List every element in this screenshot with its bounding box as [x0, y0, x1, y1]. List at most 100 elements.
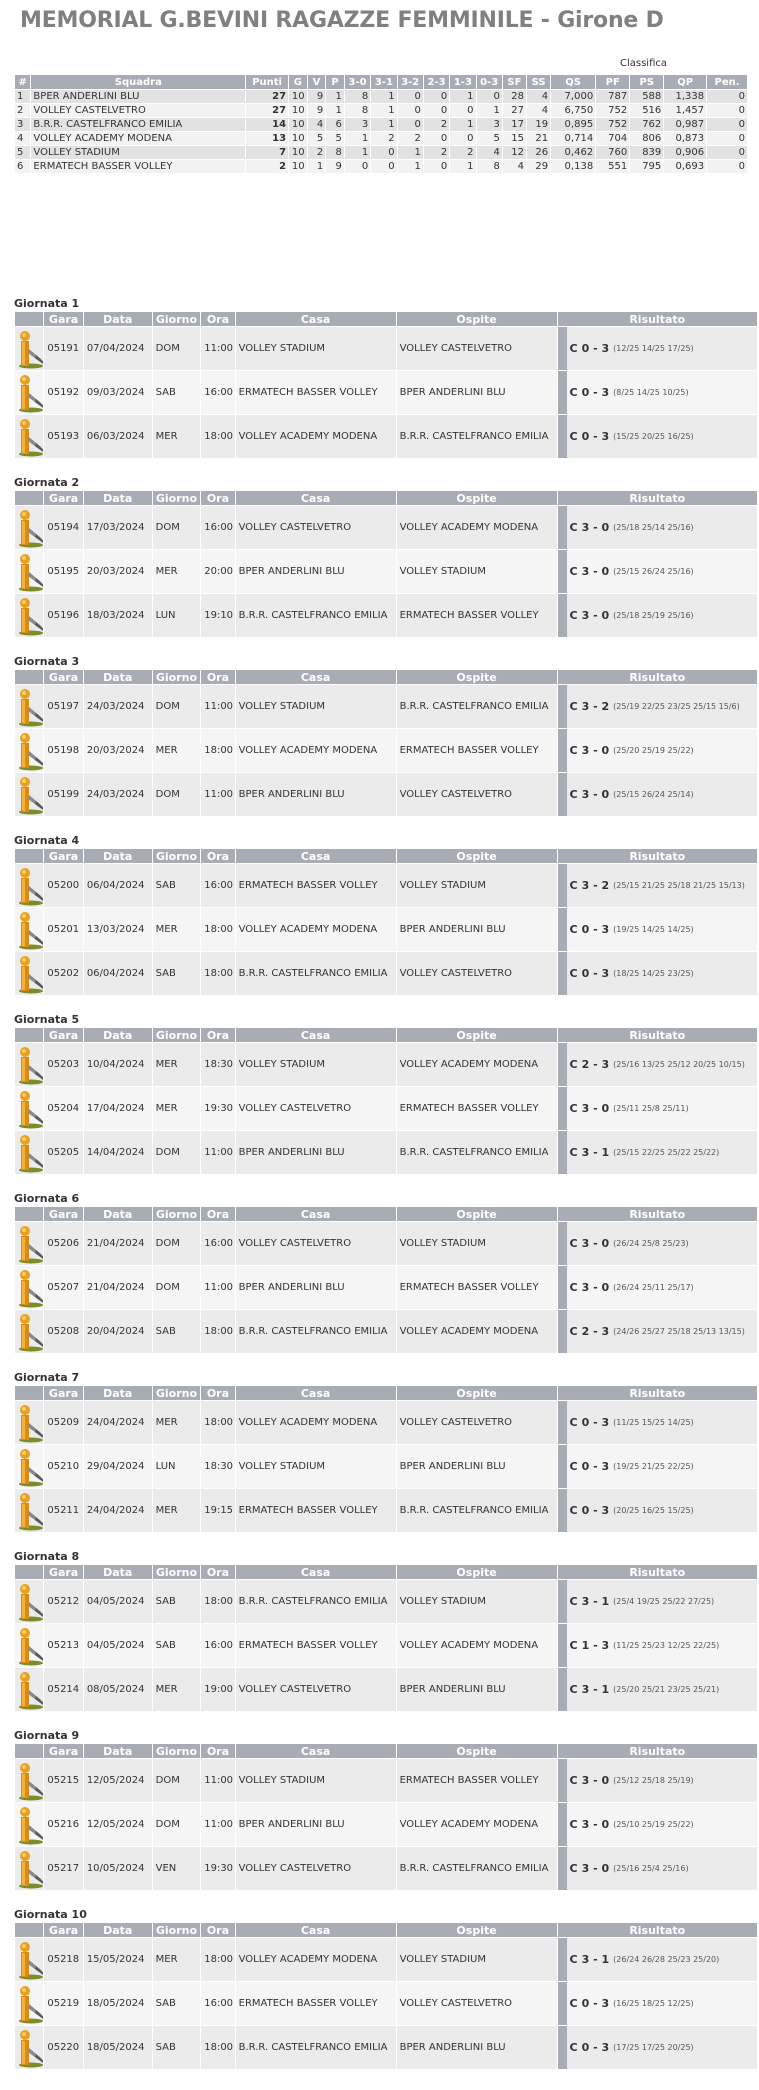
referee-icon-cell[interactable]: [15, 1087, 44, 1130]
match-away-team[interactable]: VOLLEY STADIUM: [396, 864, 557, 907]
match-home-team[interactable]: VOLLEY STADIUM: [235, 1759, 396, 1802]
referee-icon[interactable]: [15, 1670, 44, 1710]
team-cell[interactable]: VOLLEY ACADEMY MODENA: [31, 132, 246, 145]
referee-icon[interactable]: [15, 954, 44, 994]
referee-icon-cell[interactable]: [15, 506, 44, 549]
match-home-team[interactable]: BPER ANDERLINI BLU: [235, 1266, 396, 1309]
match-away-team[interactable]: VOLLEY ACADEMY MODENA: [396, 506, 557, 549]
match-home-team[interactable]: VOLLEY ACADEMY MODENA: [235, 415, 396, 458]
referee-icon-cell[interactable]: [15, 864, 44, 907]
match-away-team[interactable]: ERMATECH BASSER VOLLEY: [396, 729, 557, 772]
match-away-team[interactable]: B.R.R. CASTELFRANCO EMILIA: [396, 415, 557, 458]
match-home-team[interactable]: B.R.R. CASTELFRANCO EMILIA: [235, 1580, 396, 1623]
referee-icon[interactable]: [15, 1403, 44, 1443]
referee-icon[interactable]: [15, 1089, 44, 1129]
match-home-team[interactable]: B.R.R. CASTELFRANCO EMILIA: [235, 594, 396, 637]
match-home-team[interactable]: BPER ANDERLINI BLU: [235, 1131, 396, 1174]
team-cell[interactable]: VOLLEY STADIUM: [31, 146, 246, 159]
referee-icon-cell[interactable]: [15, 1489, 44, 1532]
match-home-team[interactable]: VOLLEY CASTELVETRO: [235, 1847, 396, 1890]
match-home-team[interactable]: BPER ANDERLINI BLU: [235, 1803, 396, 1846]
referee-icon-cell[interactable]: [15, 1310, 44, 1353]
match-away-team[interactable]: VOLLEY CASTELVETRO: [396, 952, 557, 995]
referee-icon-cell[interactable]: [15, 1982, 44, 2025]
match-away-team[interactable]: VOLLEY CASTELVETRO: [396, 1982, 557, 2025]
match-home-team[interactable]: BPER ANDERLINI BLU: [235, 550, 396, 593]
match-away-team[interactable]: VOLLEY STADIUM: [396, 1938, 557, 1981]
match-home-team[interactable]: VOLLEY ACADEMY MODENA: [235, 1401, 396, 1444]
match-away-team[interactable]: VOLLEY ACADEMY MODENA: [396, 1043, 557, 1086]
referee-icon[interactable]: [15, 1447, 44, 1487]
referee-icon[interactable]: [15, 687, 44, 727]
referee-icon-cell[interactable]: [15, 1580, 44, 1623]
match-home-team[interactable]: VOLLEY ACADEMY MODENA: [235, 908, 396, 951]
match-away-team[interactable]: ERMATECH BASSER VOLLEY: [396, 594, 557, 637]
referee-icon[interactable]: [15, 552, 44, 592]
referee-icon-cell[interactable]: [15, 1131, 44, 1174]
match-away-team[interactable]: VOLLEY CASTELVETRO: [396, 327, 557, 370]
referee-icon[interactable]: [15, 1312, 44, 1352]
match-home-team[interactable]: ERMATECH BASSER VOLLEY: [235, 864, 396, 907]
match-home-team[interactable]: VOLLEY STADIUM: [235, 1445, 396, 1488]
match-away-team[interactable]: B.R.R. CASTELFRANCO EMILIA: [396, 1847, 557, 1890]
referee-icon[interactable]: [15, 775, 44, 815]
match-away-team[interactable]: BPER ANDERLINI BLU: [396, 1668, 557, 1711]
match-home-team[interactable]: ERMATECH BASSER VOLLEY: [235, 1489, 396, 1532]
match-home-team[interactable]: VOLLEY CASTELVETRO: [235, 1222, 396, 1265]
match-home-team[interactable]: VOLLEY ACADEMY MODENA: [235, 1938, 396, 1981]
match-away-team[interactable]: BPER ANDERLINI BLU: [396, 371, 557, 414]
match-away-team[interactable]: VOLLEY ACADEMY MODENA: [396, 1624, 557, 1667]
referee-icon-cell[interactable]: [15, 1803, 44, 1846]
referee-icon[interactable]: [15, 1626, 44, 1666]
referee-icon-cell[interactable]: [15, 685, 44, 728]
team-cell[interactable]: ERMATECH BASSER VOLLEY: [31, 160, 246, 173]
referee-icon-cell[interactable]: [15, 952, 44, 995]
match-away-team[interactable]: VOLLEY CASTELVETRO: [396, 773, 557, 816]
match-away-team[interactable]: ERMATECH BASSER VOLLEY: [396, 1087, 557, 1130]
referee-icon[interactable]: [15, 1133, 44, 1173]
referee-icon-cell[interactable]: [15, 1043, 44, 1086]
match-away-team[interactable]: B.R.R. CASTELFRANCO EMILIA: [396, 685, 557, 728]
referee-icon[interactable]: [15, 2028, 44, 2068]
match-home-team[interactable]: VOLLEY STADIUM: [235, 1043, 396, 1086]
referee-icon[interactable]: [15, 1582, 44, 1622]
referee-icon-cell[interactable]: [15, 908, 44, 951]
match-home-team[interactable]: B.R.R. CASTELFRANCO EMILIA: [235, 1310, 396, 1353]
referee-icon[interactable]: [15, 1268, 44, 1308]
match-home-team[interactable]: B.R.R. CASTELFRANCO EMILIA: [235, 2026, 396, 2069]
match-away-team[interactable]: ERMATECH BASSER VOLLEY: [396, 1759, 557, 1802]
referee-icon-cell[interactable]: [15, 773, 44, 816]
referee-icon[interactable]: [15, 1045, 44, 1085]
match-away-team[interactable]: BPER ANDERLINI BLU: [396, 2026, 557, 2069]
team-cell[interactable]: BPER ANDERLINI BLU: [31, 90, 246, 103]
match-away-team[interactable]: VOLLEY STADIUM: [396, 550, 557, 593]
referee-icon-cell[interactable]: [15, 550, 44, 593]
referee-icon-cell[interactable]: [15, 327, 44, 370]
referee-icon-cell[interactable]: [15, 1624, 44, 1667]
referee-icon-cell[interactable]: [15, 2026, 44, 2069]
referee-icon-cell[interactable]: [15, 1445, 44, 1488]
referee-icon[interactable]: [15, 329, 44, 369]
referee-icon-cell[interactable]: [15, 1222, 44, 1265]
match-home-team[interactable]: B.R.R. CASTELFRANCO EMILIA: [235, 952, 396, 995]
match-home-team[interactable]: VOLLEY STADIUM: [235, 685, 396, 728]
match-away-team[interactable]: VOLLEY ACADEMY MODENA: [396, 1310, 557, 1353]
match-away-team[interactable]: VOLLEY STADIUM: [396, 1580, 557, 1623]
referee-icon[interactable]: [15, 1761, 44, 1801]
referee-icon-cell[interactable]: [15, 1266, 44, 1309]
referee-icon[interactable]: [15, 1491, 44, 1531]
match-away-team[interactable]: VOLLEY STADIUM: [396, 1222, 557, 1265]
referee-icon[interactable]: [15, 373, 44, 413]
match-home-team[interactable]: ERMATECH BASSER VOLLEY: [235, 1982, 396, 2025]
referee-icon-cell[interactable]: [15, 729, 44, 772]
match-home-team[interactable]: VOLLEY CASTELVETRO: [235, 1668, 396, 1711]
referee-icon-cell[interactable]: [15, 1759, 44, 1802]
referee-icon[interactable]: [15, 1805, 44, 1845]
referee-icon[interactable]: [15, 596, 44, 636]
match-away-team[interactable]: BPER ANDERLINI BLU: [396, 908, 557, 951]
referee-icon[interactable]: [15, 1940, 44, 1980]
referee-icon[interactable]: [15, 910, 44, 950]
match-home-team[interactable]: BPER ANDERLINI BLU: [235, 773, 396, 816]
match-home-team[interactable]: VOLLEY CASTELVETRO: [235, 1087, 396, 1130]
referee-icon[interactable]: [15, 1224, 44, 1264]
